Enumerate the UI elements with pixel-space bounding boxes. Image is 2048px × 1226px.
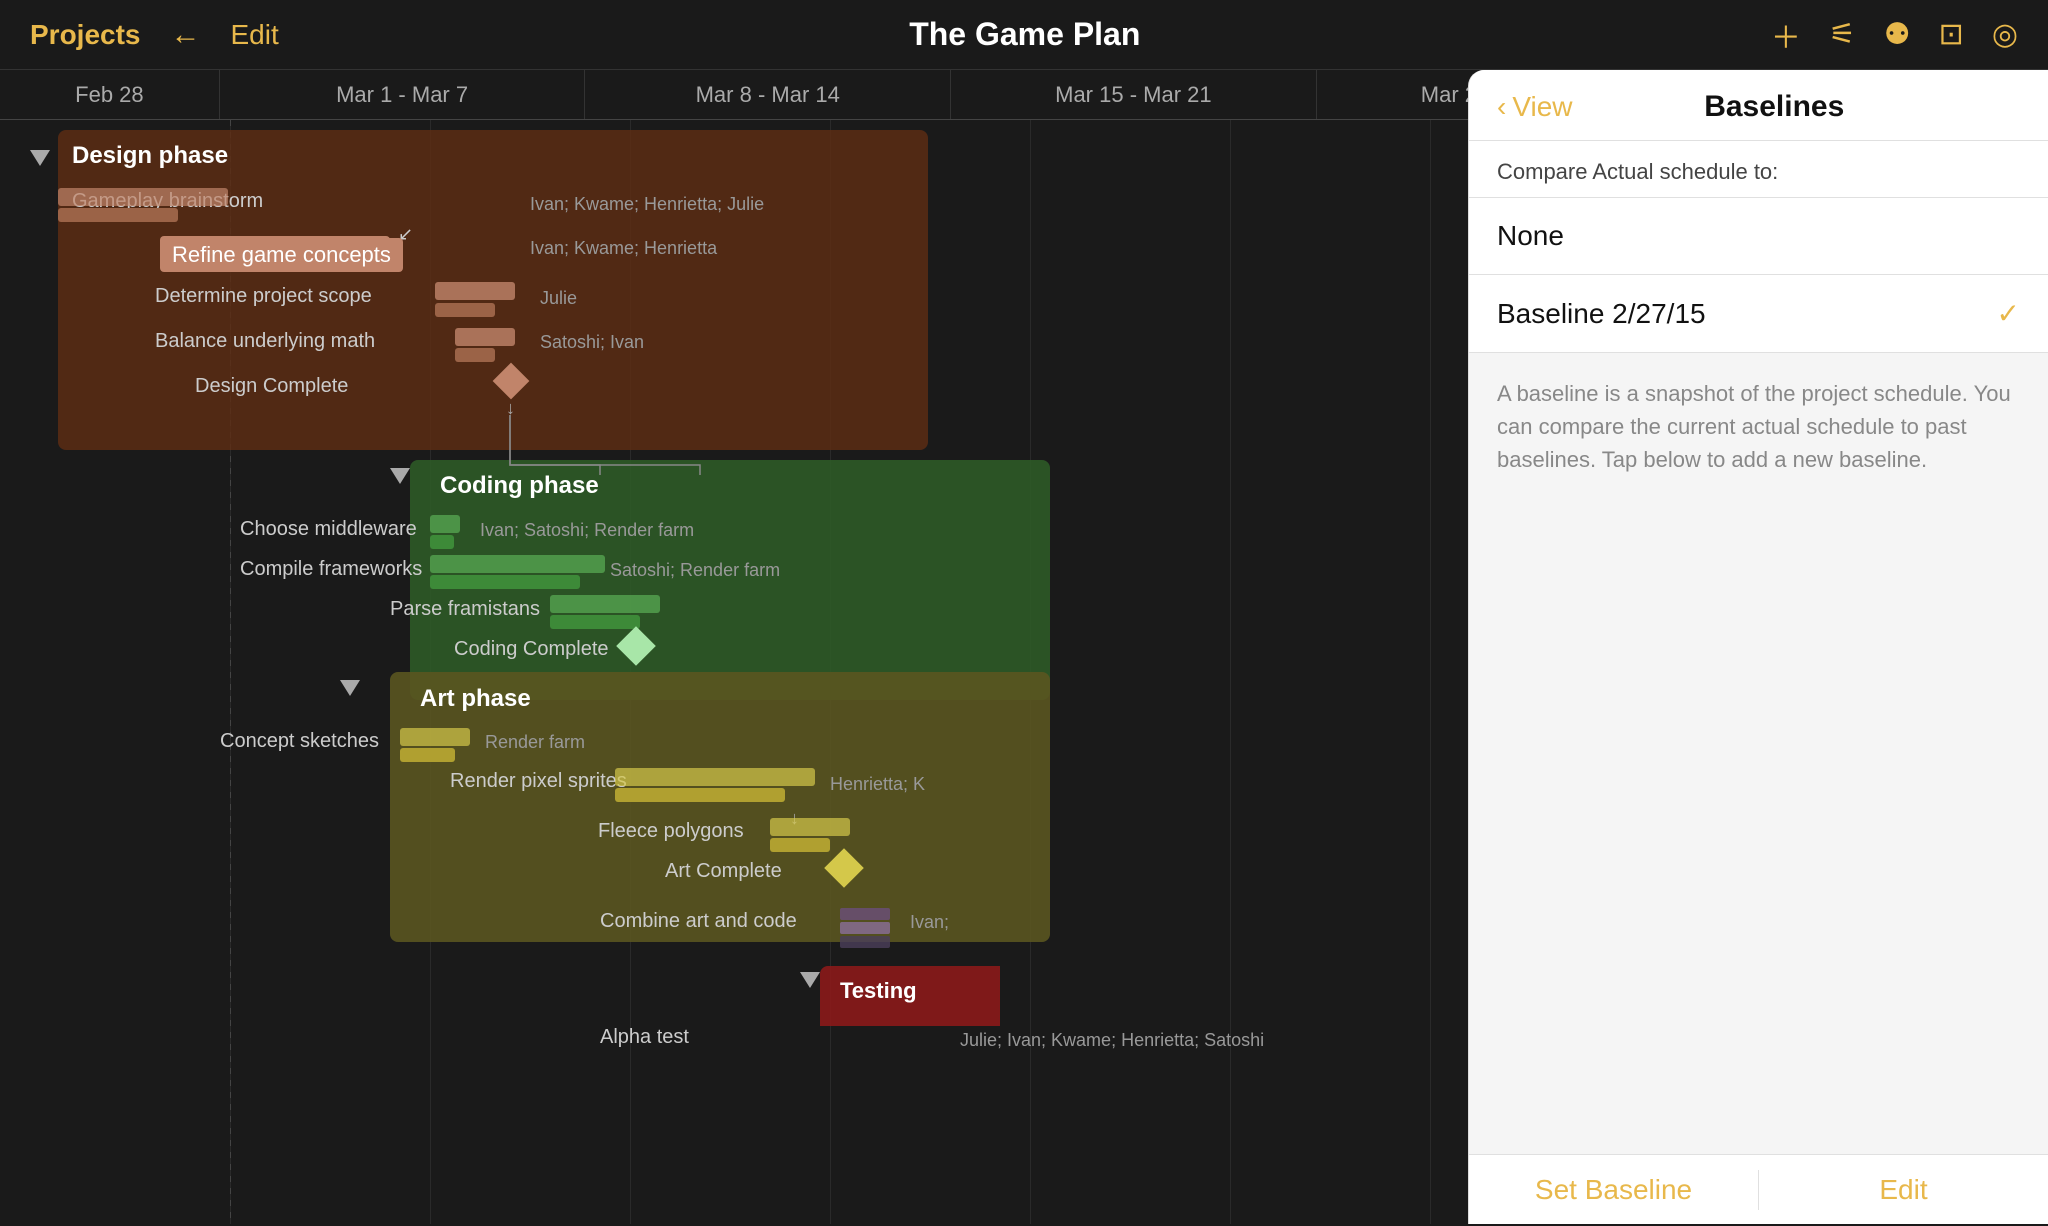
baseline-date-label: Baseline 2/27/15: [1497, 298, 1706, 330]
assignee-gameplay: Ivan; Kwame; Henrietta; Julie: [530, 194, 764, 215]
task-label-design-complete: Design Complete: [195, 375, 348, 398]
layers-icon[interactable]: ⚟: [1829, 17, 1856, 52]
art-collapse-icon[interactable]: [340, 680, 360, 696]
col-feb28: Feb 28: [0, 70, 220, 119]
task-bar-gameplay: [58, 208, 178, 222]
design-collapse-icon[interactable]: [30, 150, 50, 166]
task-bar-combine-2: [840, 922, 890, 934]
projects-button[interactable]: Projects: [30, 19, 141, 51]
eye-icon[interactable]: ◎: [1992, 17, 2018, 52]
task-label-coding-complete: Coding Complete: [454, 638, 609, 661]
task-bar-fleece: [770, 838, 830, 852]
task-bar-math-baseline: [455, 328, 515, 346]
assignee-concept: Render farm: [485, 732, 585, 753]
assignee-alpha: Julie; Ivan; Kwame; Henrietta; Satoshi: [960, 1030, 1264, 1051]
add-icon[interactable]: ＋: [1771, 13, 1801, 57]
task-bar-render: [615, 788, 785, 802]
assignee-combine: Ivan;: [910, 912, 949, 933]
task-label-math: Balance underlying math: [155, 330, 375, 353]
assignee-refine: Ivan; Kwame; Henrietta: [530, 238, 717, 259]
panel-compare-label: Compare Actual schedule to:: [1469, 141, 2048, 198]
baseline-option-none[interactable]: None: [1469, 198, 2048, 275]
baseline-none-label: None: [1497, 220, 1564, 252]
task-bar-concept-baseline: [400, 728, 470, 746]
assignee-scope: Julie: [540, 288, 577, 309]
task-bar-combine-1: [840, 908, 890, 920]
assignee-compile: Satoshi; Render farm: [610, 560, 780, 581]
art-phase-label: Art phase: [420, 685, 531, 713]
baselines-panel: ‹ View Baselines Compare Actual schedule…: [1468, 70, 2048, 1224]
testing-phase-label: Testing: [840, 978, 917, 1004]
task-bar-parse-baseline: [550, 595, 660, 613]
task-bar-gameplay-baseline: [58, 188, 228, 206]
set-baseline-button[interactable]: Set Baseline: [1469, 1154, 1758, 1226]
baseline-date-check: ✓: [1997, 297, 2020, 330]
task-bar-scope-baseline: [435, 282, 515, 300]
baseline-option-date[interactable]: Baseline 2/27/15 ✓: [1469, 275, 2048, 353]
task-label-concept: Concept sketches: [220, 730, 379, 753]
task-bar-parse: [550, 615, 640, 629]
coding-phase-label: Coding phase: [440, 472, 599, 500]
page-title: The Game Plan: [909, 16, 1140, 52]
task-bar-middleware-baseline: [430, 515, 460, 533]
chevron-left-icon: ‹: [1497, 91, 1506, 123]
task-bar-compile-baseline: [430, 555, 605, 573]
task-label-scope: Determine project scope: [155, 285, 372, 308]
edit-button[interactable]: Edit: [231, 19, 279, 51]
panel-back-label: View: [1512, 91, 1572, 123]
design-phase-label: Design phase: [72, 142, 228, 170]
design-complete-arrow: ↓: [506, 398, 515, 419]
panel-back-button[interactable]: ‹ View: [1497, 91, 1573, 123]
task-label-compile: Compile frameworks: [240, 558, 422, 581]
task-label-parse: Parse framistans: [390, 598, 540, 621]
edit-baselines-button[interactable]: Edit: [1759, 1154, 2048, 1226]
person-icon[interactable]: ⚉: [1884, 17, 1911, 52]
task-label-art-complete: Art Complete: [665, 860, 782, 883]
briefcase-icon[interactable]: ⊡: [1939, 17, 1964, 52]
task-label-alpha: Alpha test: [600, 1026, 689, 1049]
assignee-render: Henrietta; K: [830, 774, 925, 795]
task-bar-math: [455, 348, 495, 362]
task-bar-scope: [435, 303, 495, 317]
task-bar-combine-3: [840, 936, 890, 948]
task-bar-compile: [430, 575, 580, 589]
testing-collapse-icon[interactable]: [800, 972, 820, 988]
task-bar-fleece-baseline: [770, 818, 850, 836]
assignee-middleware: Ivan; Satoshi; Render farm: [480, 520, 694, 541]
task-label-combine: Combine art and code: [600, 910, 797, 933]
task-bar-middleware: [430, 535, 454, 549]
col-mar8: Mar 8 - Mar 14: [585, 70, 951, 119]
task-label-middleware: Choose middleware: [240, 518, 417, 541]
task-label-fleece: Fleece polygons: [598, 820, 744, 843]
col-mar15: Mar 15 - Mar 21: [951, 70, 1317, 119]
assignee-math: Satoshi; Ivan: [540, 332, 644, 353]
task-label-refine: Refine game concepts: [160, 238, 403, 272]
panel-title: Baselines: [1589, 90, 1960, 124]
task-bar-concept: [400, 748, 455, 762]
col-mar1: Mar 1 - Mar 7: [220, 70, 586, 119]
panel-header: ‹ View Baselines: [1469, 70, 2048, 141]
panel-footer: Set Baseline Edit: [1469, 1154, 2048, 1224]
task-bar-render-baseline: [615, 768, 815, 786]
task-label-render: Render pixel sprites: [450, 770, 627, 793]
back-button[interactable]: ←: [171, 18, 201, 52]
panel-description: A baseline is a snapshot of the project …: [1469, 353, 2048, 1154]
coding-collapse-icon[interactable]: [390, 468, 410, 484]
top-bar: Projects ← Edit The Game Plan ＋ ⚟ ⚉ ⊡ ◎: [0, 0, 2048, 70]
